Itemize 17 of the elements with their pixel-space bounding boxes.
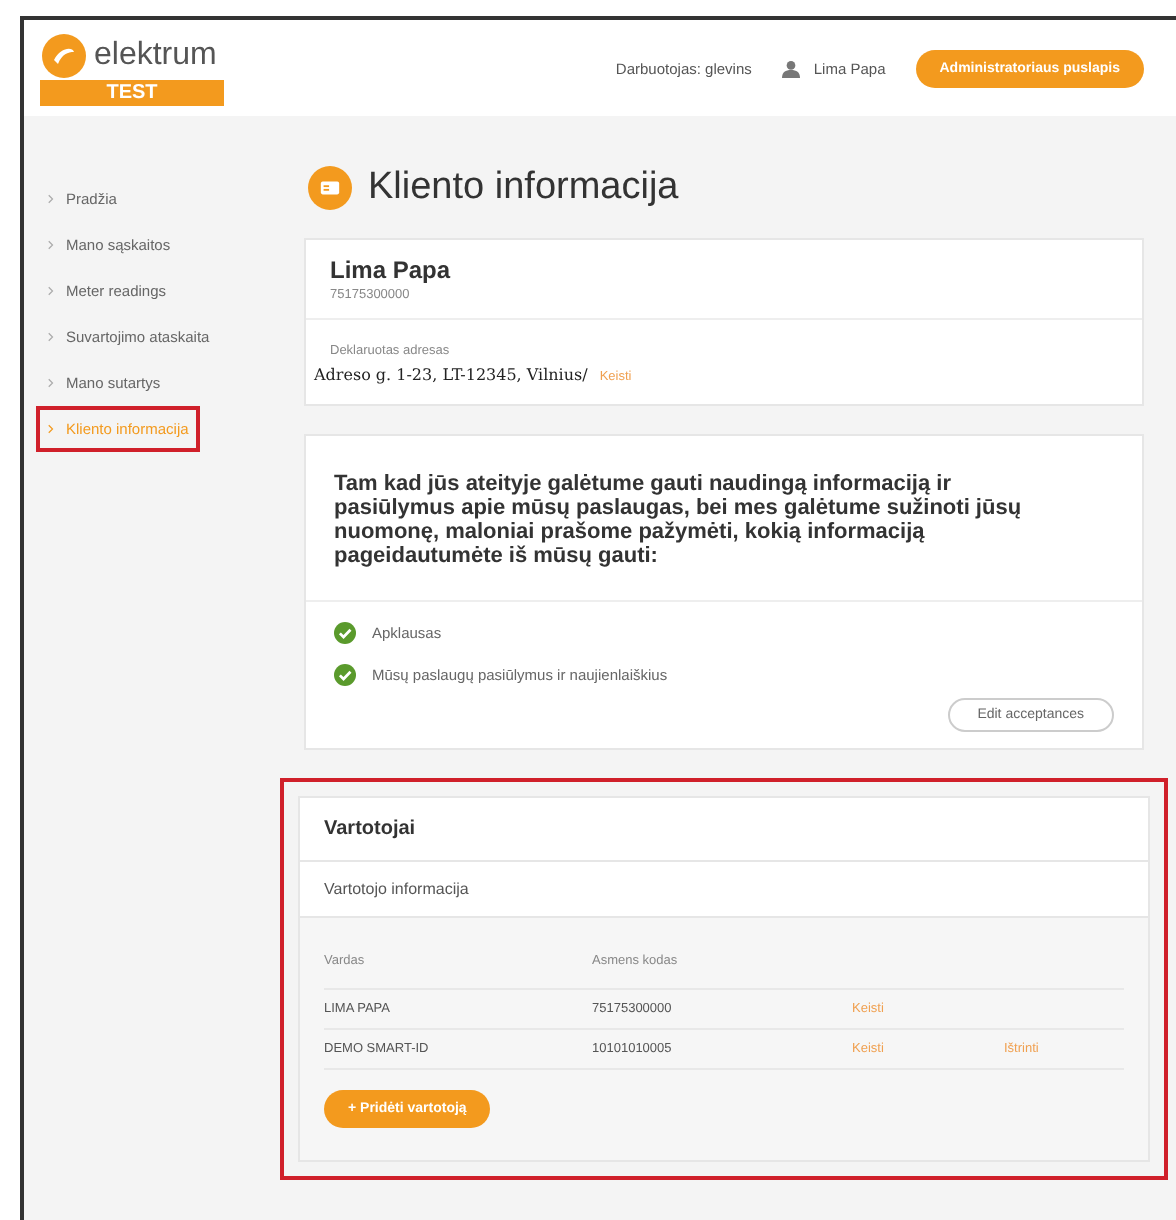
address-text: Adreso g. 1-23, LT-12345, Vilnius/ xyxy=(314,366,588,384)
chevron-icon xyxy=(48,332,54,342)
chevron-icon xyxy=(48,286,54,296)
chevron-icon xyxy=(48,194,54,204)
user-icon xyxy=(781,59,800,77)
chevron-icon xyxy=(48,378,54,388)
consents-intro: Tam kad jūs ateityje galėtume gauti naudingą informaciją ir pasiūlymus apie mūsų paslaugas, bei mes galėtume sužinoti jūsų nuomonę, maloniai prašome pažymėti, kokią informaciją pageidautumėte iš mūsų gauti: xyxy=(306,436,1142,602)
page-title: Kliento informacija xyxy=(368,166,679,210)
chevron-icon xyxy=(48,240,54,250)
logo-icon xyxy=(40,31,88,79)
logo-text: elektrum xyxy=(94,37,217,73)
id-card-icon xyxy=(308,166,352,210)
chevron-icon xyxy=(48,424,54,434)
client-name: Lima Papa xyxy=(330,256,453,284)
environment-badge: TEST xyxy=(40,79,224,105)
users-title: Vartotojai xyxy=(300,798,1148,862)
users-subtitle: Vartotojo informacija xyxy=(300,862,1148,918)
